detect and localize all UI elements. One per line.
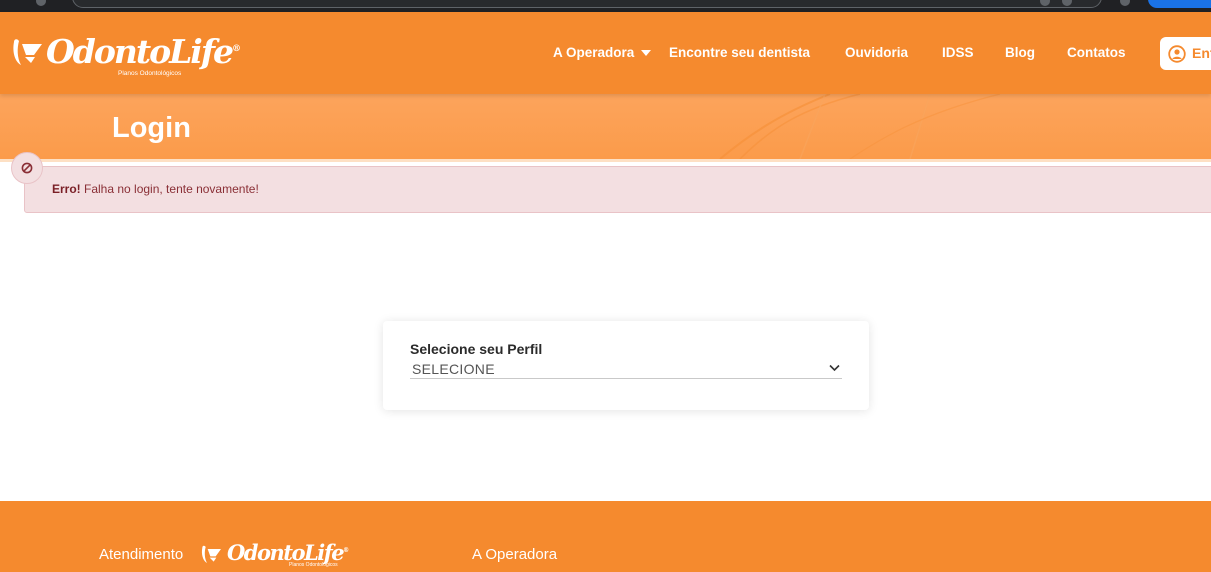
ban-icon: [11, 152, 43, 184]
profile-select[interactable]: SELECIONE: [410, 359, 842, 379]
caret-down-icon: [641, 50, 652, 57]
page-title-banner: Login: [0, 94, 1211, 159]
nav-item-ouvidoria[interactable]: Ouvidoria: [845, 45, 908, 60]
nav-item-blog[interactable]: Blog: [1005, 45, 1035, 60]
browser-forward-icon[interactable]: [36, 0, 46, 6]
browser-menu-icon[interactable]: [1120, 0, 1130, 6]
page-title: Login: [112, 112, 191, 144]
footer-a-operadora-heading[interactable]: A Operadora: [472, 546, 557, 563]
alert-strong: Erro!: [52, 182, 81, 196]
main-nav: A Operadora Encontre seu dentista Ouvido…: [0, 45, 1211, 65]
logo-tagline: Planos Odontológicos: [118, 70, 182, 77]
nav-item-a-operadora[interactable]: A Operadora: [553, 45, 652, 60]
browser-chrome: [0, 0, 1211, 12]
profile-select-card: Selecione seu Perfil SELECIONE: [383, 321, 869, 410]
profile-select-value: SELECIONE: [412, 361, 495, 377]
footer-logo-tagline: Planos Odontológicos: [289, 562, 338, 568]
browser-address-bar[interactable]: [72, 0, 1102, 8]
chevron-down-icon: [829, 364, 840, 372]
user-circle-icon: [1168, 45, 1186, 63]
profile-select-label: Selecione seu Perfil: [410, 341, 543, 357]
nav-item-contatos[interactable]: Contatos: [1067, 45, 1126, 60]
tooth-logo-icon: [201, 545, 221, 563]
footer-odontolife-logo: OdontoLife® Planos Odontológicos: [199, 540, 359, 570]
enter-button[interactable]: Ent: [1160, 37, 1211, 70]
site-footer: Atendimento OdontoLife® Planos Odontológ…: [0, 501, 1211, 572]
nav-item-encontre-seu-dentista[interactable]: Encontre seu dentista: [669, 45, 810, 60]
alert-text: Erro! Falha no login, tente novamente!: [52, 182, 259, 196]
enter-button-label: Ent: [1192, 45, 1211, 61]
browser-profile-button[interactable]: [1148, 0, 1211, 8]
footer-atendimento-heading: Atendimento: [99, 546, 184, 563]
site-header: OdontoLife® Planos Odontológicos A Opera…: [0, 12, 1211, 94]
nav-item-idss[interactable]: IDSS: [942, 45, 974, 60]
error-alert: Erro! Falha no login, tente novamente!: [24, 166, 1211, 213]
alert-message: Falha no login, tente novamente!: [80, 182, 259, 196]
banner-divider: [0, 159, 1211, 162]
banner-decoration: [719, 94, 1001, 159]
nav-item-label: A Operadora: [553, 45, 635, 60]
